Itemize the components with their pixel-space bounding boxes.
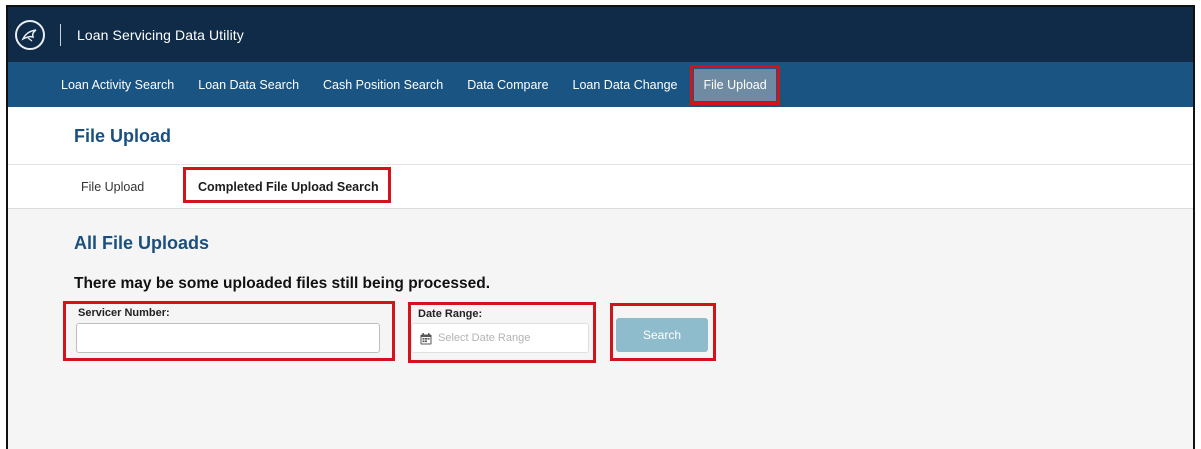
header-divider bbox=[60, 23, 61, 46]
nav-cash-position-search[interactable]: Cash Position Search bbox=[323, 69, 443, 101]
eagle-seal-icon bbox=[15, 19, 45, 50]
search-button[interactable]: Search bbox=[616, 318, 708, 352]
date-range-picker[interactable]: Select Date Range bbox=[411, 323, 589, 353]
date-range-placeholder: Select Date Range bbox=[438, 332, 531, 344]
servicer-number-label: Servicer Number: bbox=[78, 307, 170, 319]
page-header: File Upload bbox=[8, 107, 1193, 165]
nav-loan-data-search[interactable]: Loan Data Search bbox=[198, 69, 299, 101]
main-nav: Loan Activity Search Loan Data Search Ca… bbox=[8, 62, 1193, 107]
servicer-number-input[interactable] bbox=[76, 323, 380, 353]
app-window: Loan Servicing Data Utility Loan Activit… bbox=[6, 5, 1195, 449]
nav-loan-activity-search[interactable]: Loan Activity Search bbox=[61, 69, 174, 101]
calendar-icon bbox=[420, 332, 432, 345]
date-range-label: Date Range: bbox=[418, 308, 483, 320]
app-title: Loan Servicing Data Utility bbox=[77, 26, 244, 43]
nav-data-compare[interactable]: Data Compare bbox=[467, 69, 548, 101]
nav-loan-data-change[interactable]: Loan Data Change bbox=[573, 69, 678, 101]
app-header: Loan Servicing Data Utility bbox=[8, 7, 1193, 62]
nav-file-upload[interactable]: File Upload bbox=[690, 64, 780, 105]
processing-notice: There may be some uploaded files still b… bbox=[74, 275, 491, 292]
tab-completed-file-upload-search[interactable]: Completed File Upload Search bbox=[183, 165, 391, 209]
page-title: File Upload bbox=[74, 126, 172, 146]
tab-file-upload[interactable]: File Upload bbox=[81, 165, 144, 209]
section-title: All File Uploads bbox=[74, 233, 210, 253]
tab-bar: File Upload Completed File Upload Search bbox=[8, 165, 1193, 209]
